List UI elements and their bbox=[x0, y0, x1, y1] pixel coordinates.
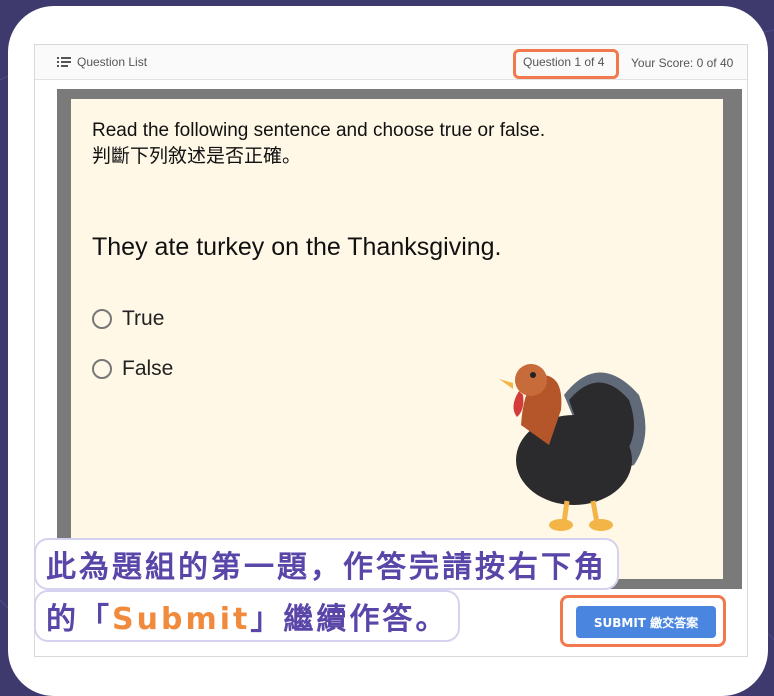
question-slide: Read the following sentence and choose t… bbox=[71, 99, 723, 579]
banner-line-1: 此為題組的第一題，作答完請按右下角 bbox=[34, 538, 619, 590]
question-stage: Read the following sentence and choose t… bbox=[57, 89, 742, 589]
question-list-label: Question List bbox=[77, 55, 148, 69]
option-true-label: True bbox=[122, 307, 165, 330]
option-false[interactable]: False bbox=[92, 357, 173, 381]
list-icon bbox=[57, 57, 71, 67]
quiz-header: Question List Question 1 of 4 Your Score… bbox=[35, 45, 747, 80]
radio-true[interactable] bbox=[92, 309, 112, 329]
option-false-label: False bbox=[122, 357, 174, 380]
instruction-chinese: 判斷下列敘述是否正確。 bbox=[92, 146, 302, 167]
turkey-icon bbox=[499, 364, 646, 531]
instruction-english: Read the following sentence and choose t… bbox=[92, 120, 546, 141]
radio-false[interactable] bbox=[92, 359, 112, 379]
banner-line-2-suffix: 」繼續作答。 bbox=[250, 602, 449, 637]
score-display: Your Score: 0 of 40 bbox=[631, 56, 734, 70]
banner-line-2-prefix: 的「 bbox=[46, 602, 112, 637]
question-counter: Question 1 of 4 bbox=[523, 55, 605, 69]
question-sentence: They ate turkey on the Thanksgiving. bbox=[92, 233, 502, 261]
instruction-text: Read the following sentence and choose t… bbox=[92, 118, 545, 170]
banner-line-2: 的「Submit」繼續作答。 bbox=[34, 590, 461, 642]
question-list-button[interactable]: Question List bbox=[57, 55, 147, 69]
banner-submit-word: Submit bbox=[112, 602, 251, 637]
option-true[interactable]: True bbox=[92, 307, 164, 331]
submit-button[interactable]: SUBMIT 繳交答案 bbox=[576, 606, 716, 638]
